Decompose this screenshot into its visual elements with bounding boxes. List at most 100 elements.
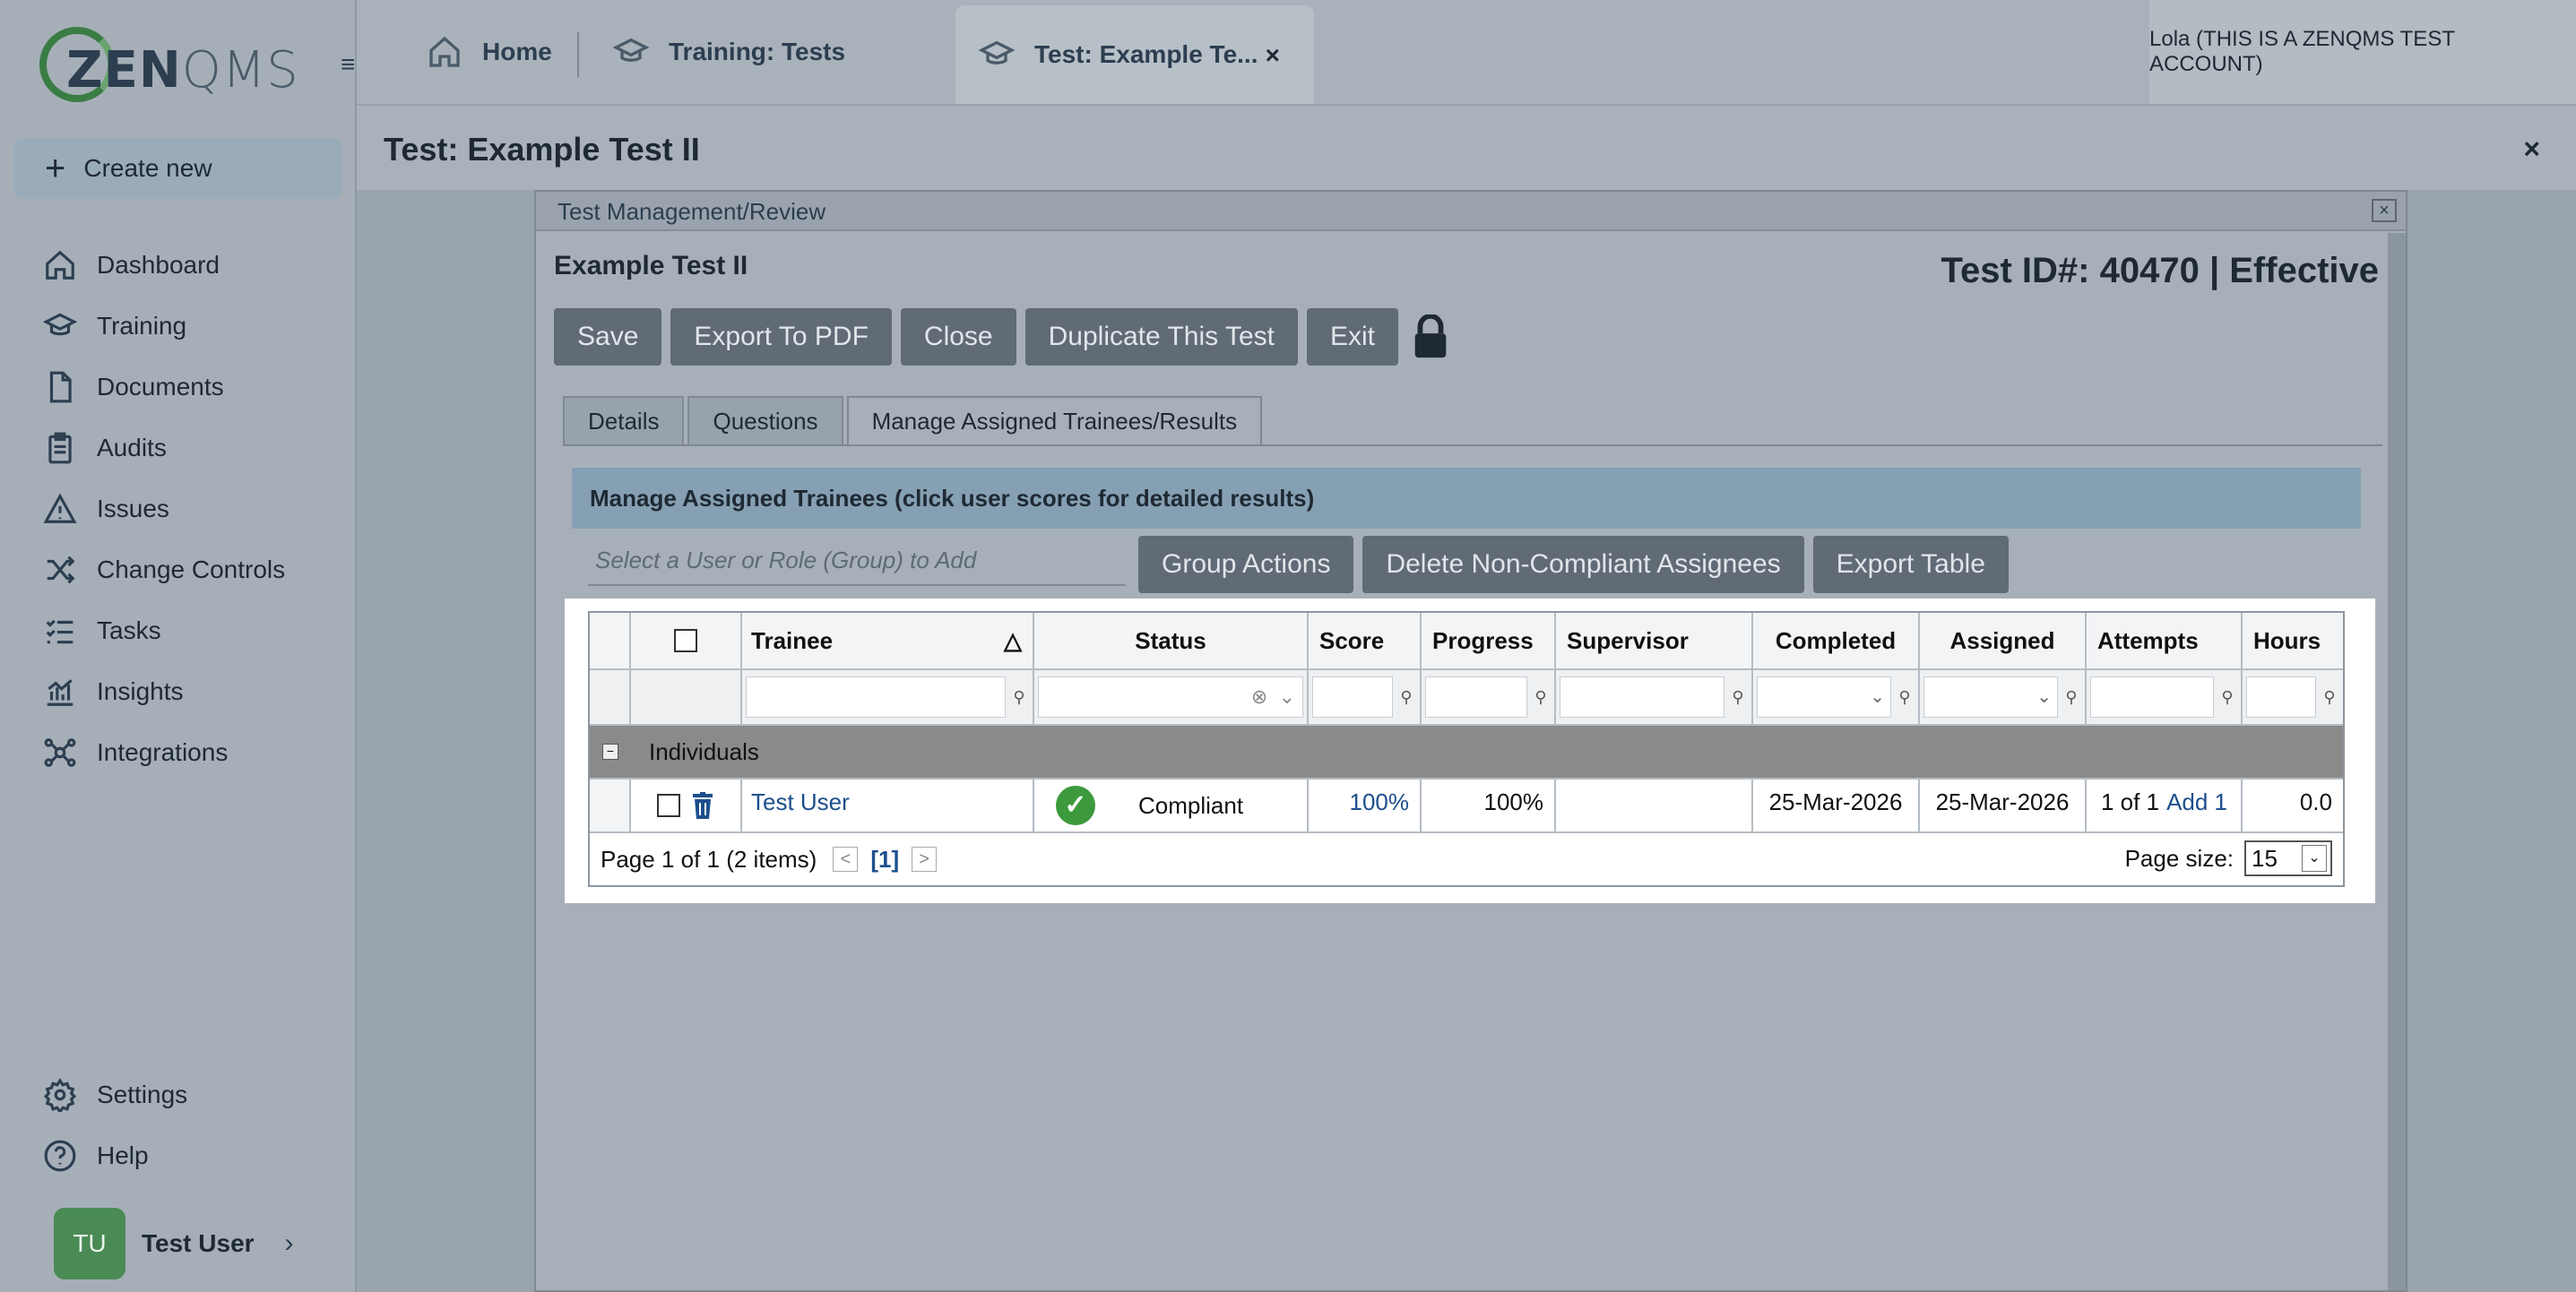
group-actions-button[interactable]: Group Actions [1138, 536, 1354, 593]
page-size-control: Page size: 15 ⌄ [2125, 840, 2332, 876]
header-label: Trainee [751, 626, 834, 654]
delete-non-compliant-button[interactable]: Delete Non-Compliant Assignees [1362, 536, 1804, 593]
test-management-dialog: Test Management/Review × Example Test II… [534, 190, 2407, 1292]
header-score[interactable]: Score [1309, 613, 1422, 670]
filter-icon[interactable]: ⚲ [1009, 688, 1029, 707]
filter-supervisor: ⚲ [1556, 670, 1753, 726]
account-label[interactable]: Lola (THIS IS A ZENQMS TEST ACCOUNT) [2149, 0, 2576, 104]
dialog-tabs: Details Questions Manage Assigned Traine… [563, 396, 1266, 444]
user-role-select-input[interactable]: Select a User or Role (Group) to Add [588, 536, 1126, 586]
trainee-filter-input[interactable] [746, 676, 1006, 718]
hours-filter-input[interactable] [2246, 676, 2316, 718]
assigned-filter-select[interactable]: ⌄ [1923, 676, 2058, 718]
dialog-titlebar: Test Management/Review × [536, 192, 2406, 231]
group-row: − Individuals [590, 726, 2343, 780]
trainee-link[interactable]: Test User [751, 788, 850, 816]
group-collapse-toggle[interactable]: − [590, 744, 631, 760]
header-progress[interactable]: Progress [1422, 613, 1556, 670]
attempts-cell: 1 of 1 Add 1 [2087, 780, 2243, 831]
score-filter-input[interactable] [1312, 676, 1393, 718]
lock-icon [1414, 314, 1447, 358]
page-number-current[interactable]: [1] [870, 846, 899, 874]
test-name: Example Test II [554, 251, 748, 280]
page-scrollbar[interactable] [2560, 190, 2576, 1292]
user-menu[interactable]: TU Test User › [54, 1208, 350, 1279]
sidebar-item-tasks[interactable]: Tasks [0, 600, 355, 661]
sidebar-item-issues[interactable]: Issues [0, 478, 355, 539]
tab-questions[interactable]: Questions [687, 396, 843, 444]
exit-button[interactable]: Exit [1306, 308, 1398, 366]
tab-label: Training: Tests [669, 38, 846, 65]
status-filter-select[interactable]: ⊗ ⌄ [1038, 676, 1303, 718]
prev-page-icon[interactable]: < [833, 847, 859, 872]
checklist-icon [46, 619, 73, 644]
save-button[interactable]: Save [554, 308, 662, 366]
attempts-filter-input[interactable] [2090, 676, 2214, 718]
filter-icon[interactable]: ⚲ [2217, 688, 2237, 707]
filter-icon[interactable]: ⚲ [1895, 688, 1915, 707]
filter-icon[interactable]: ⚲ [1531, 688, 1551, 707]
sidebar-item-integrations[interactable]: Integrations [0, 722, 355, 783]
select-all-checkbox[interactable] [674, 629, 697, 652]
zenqms-logo[interactable]: ZENQMS [39, 27, 298, 104]
header-trainee[interactable]: Trainee △ [742, 613, 1034, 670]
sidebar-item-settings[interactable]: Settings [0, 1064, 355, 1125]
header-completed[interactable]: Completed [1753, 613, 1920, 670]
page-size-select[interactable]: 15 ⌄ [2244, 840, 2332, 876]
dialog-toolbar: Save Export To PDF Close Duplicate This … [554, 308, 1448, 366]
close-dialog-icon[interactable]: × [2372, 199, 2397, 222]
row-checkbox[interactable] [657, 794, 680, 817]
sidebar-item-change-controls[interactable]: Change Controls [0, 539, 355, 600]
sidebar-item-label: Integrations [97, 738, 229, 766]
trash-icon[interactable] [691, 792, 714, 819]
table-header-row: Trainee △ Status Score Progress Superviso… [590, 613, 2343, 670]
tab-details[interactable]: Details [563, 396, 685, 444]
filter-icon[interactable]: ⚲ [1396, 688, 1416, 707]
page-title: Test: Example Test II [384, 131, 700, 168]
export-table-button[interactable]: Export Table [1812, 536, 2009, 593]
header-assigned[interactable]: Assigned [1920, 613, 2087, 670]
header-hours[interactable]: Hours [2243, 613, 2343, 670]
tab-home[interactable]: Home [427, 0, 552, 104]
chevron-right-icon: › [284, 1228, 294, 1258]
sidebar-item-insights[interactable]: Insights [0, 661, 355, 722]
score-link[interactable]: 100% [1350, 788, 1410, 816]
header-supervisor[interactable]: Supervisor [1556, 613, 1753, 670]
network-icon [44, 738, 76, 767]
header-expand-col [590, 613, 631, 670]
header-status[interactable]: Status [1034, 613, 1309, 670]
create-new-button[interactable]: + Create new [14, 138, 342, 199]
assigned-cell: 25-Mar-2026 [1920, 780, 2087, 831]
tab-manage-trainees[interactable]: Manage Assigned Trainees/Results [846, 396, 1263, 444]
sidebar-item-help[interactable]: Help [0, 1125, 355, 1186]
export-pdf-button[interactable]: Export To PDF [670, 308, 892, 366]
create-new-label: Create new [83, 154, 212, 182]
filter-progress: ⚲ [1422, 670, 1556, 726]
sidebar-item-documents[interactable]: Documents [0, 357, 355, 418]
plus-icon: + [45, 149, 66, 188]
filter-icon[interactable]: ⚲ [2062, 688, 2081, 707]
completed-filter-select[interactable]: ⌄ [1757, 676, 1891, 718]
sidebar-item-dashboard[interactable]: Dashboard [0, 235, 355, 296]
filter-empty [590, 670, 631, 726]
header-select-col [631, 613, 742, 670]
close-button[interactable]: Close [900, 308, 1016, 366]
sidebar-item-training[interactable]: Training [0, 296, 355, 357]
close-page-icon[interactable]: × [2523, 133, 2540, 166]
duplicate-test-button[interactable]: Duplicate This Test [1024, 308, 1298, 366]
supervisor-cell [1556, 780, 1753, 831]
add-attempt-link[interactable]: Add 1 [2166, 788, 2227, 816]
header-attempts[interactable]: Attempts [2087, 613, 2243, 670]
next-page-icon[interactable]: > [912, 847, 938, 872]
filter-icon[interactable]: ⚲ [1728, 688, 1748, 707]
sidebar-item-label: Dashboard [97, 251, 220, 279]
close-tab-icon[interactable]: × [1266, 41, 1280, 70]
sidebar-item-audits[interactable]: Audits [0, 418, 355, 478]
filter-icon[interactable]: ⚲ [2320, 688, 2339, 707]
dialog-scrollbar[interactable] [2388, 233, 2406, 1290]
tab-training-tests[interactable]: Training: Tests [613, 0, 845, 104]
supervisor-filter-input[interactable] [1560, 676, 1725, 718]
tab-test-example[interactable]: Test: Example Te... × [955, 5, 1314, 104]
table-pager: Page 1 of 1 (2 items) < [1] > Page size:… [590, 833, 2343, 885]
progress-filter-input[interactable] [1425, 676, 1527, 718]
